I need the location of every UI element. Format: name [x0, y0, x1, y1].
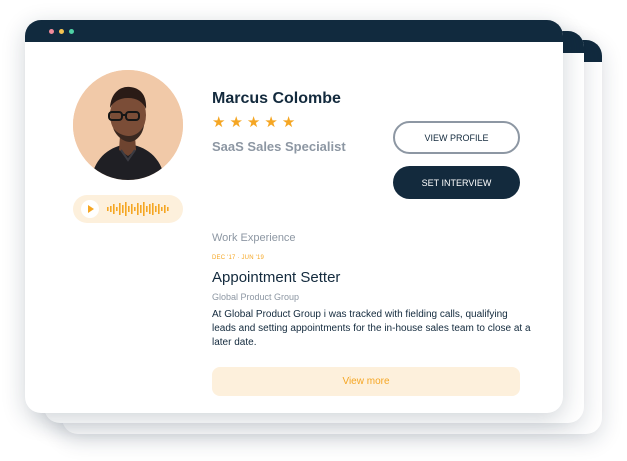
star-icon: ★ [229, 113, 243, 131]
work-experience-heading: Work Experience [212, 232, 296, 244]
company-name: Global Product Group [212, 292, 300, 302]
job-title: Appointment Setter [212, 269, 341, 286]
view-profile-button[interactable]: VIEW PROFILE [393, 121, 520, 154]
view-more-button[interactable]: View more [212, 367, 520, 396]
audio-player[interactable] [73, 195, 183, 223]
profile-window: Marcus Colombe ★ ★ ★ ★ ★ SaaS Sales Speciali… [25, 20, 563, 413]
job-date-range: DEC '17 · JUN '19 [212, 255, 265, 261]
star-icon: ★ [264, 113, 278, 131]
stage: Marcus Colombe ★ ★ ★ ★ ★ SaaS Sales Speciali… [0, 0, 627, 461]
minimize-dot[interactable] [59, 28, 64, 34]
avatar [73, 70, 183, 180]
play-icon[interactable] [81, 200, 99, 218]
star-icon: ★ [212, 113, 226, 131]
candidate-role: SaaS Sales Specialist [212, 139, 346, 154]
maximize-dot[interactable] [69, 28, 74, 34]
star-rating: ★ ★ ★ ★ ★ [212, 115, 295, 130]
waveform-icon [107, 202, 169, 216]
star-icon: ★ [246, 113, 261, 131]
candidate-name: Marcus Colombe [212, 90, 341, 107]
star-icon: ★ [281, 113, 296, 131]
set-interview-button[interactable]: SET INTERVIEW [393, 166, 520, 199]
window-titlebar [25, 20, 563, 42]
job-description: At Global Product Group i was tracked wi… [212, 309, 531, 348]
close-dot[interactable] [49, 28, 54, 34]
